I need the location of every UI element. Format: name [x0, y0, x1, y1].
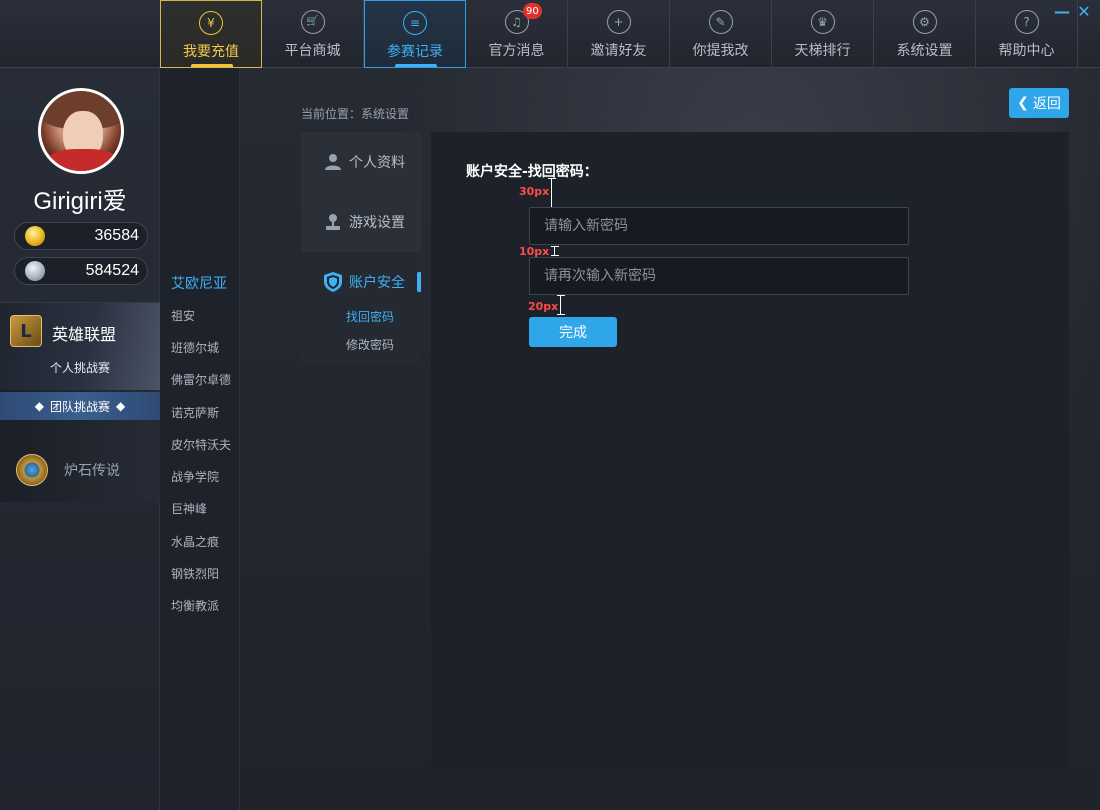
- profile-sidebar: Girigiri爱 36584 584524 L 英雄联盟 个人挑战赛 ◆ 团队…: [0, 68, 160, 810]
- server-item[interactable]: 战争学院: [171, 468, 219, 485]
- avatar-scarf: [47, 149, 119, 171]
- diamond-icon: ◆: [34, 399, 44, 413]
- game-list: L 英雄联盟 个人挑战赛 ◆ 团队挑战赛 ◆ 炉石传说: [0, 302, 160, 502]
- server-item[interactable]: 诺克萨斯: [171, 404, 219, 421]
- gold-balance: 36584: [14, 222, 148, 250]
- server-item[interactable]: 水晶之痕: [171, 533, 219, 550]
- hearthstone-logo-icon: [16, 454, 48, 486]
- nav-label: 邀请好友: [590, 43, 647, 59]
- settings-menu: 个人资料 游戏设置 账户安全 找回密码 修改密码: [301, 132, 421, 364]
- nav-underline: [191, 64, 233, 67]
- question-icon: ?: [1014, 10, 1039, 34]
- menu-item-label: 个人资料: [349, 155, 405, 171]
- server-item[interactable]: 祖安: [171, 307, 195, 324]
- spacing-annotation: 20px: [528, 300, 559, 313]
- silver-amount: 584524: [85, 262, 139, 279]
- nav-label: 官方消息: [488, 43, 545, 59]
- nav-label: 帮助中心: [998, 43, 1055, 59]
- server-item[interactable]: 巨神峰: [171, 500, 207, 517]
- avatar[interactable]: [38, 88, 124, 174]
- gear-icon: ⚙: [912, 10, 937, 34]
- nav-match-records[interactable]: ≡ 参赛记录: [364, 0, 466, 68]
- user-icon: [323, 152, 343, 172]
- menu-item-label: 游戏设置: [349, 215, 405, 231]
- notification-badge: 90: [523, 3, 542, 19]
- chevron-left-icon: ❮: [1017, 95, 1029, 111]
- game-mode-solo[interactable]: 个人挑战赛: [50, 359, 110, 376]
- pencil-icon: ✎: [708, 10, 733, 34]
- diamond-icon: ◆: [116, 399, 126, 413]
- server-list: 艾欧尼亚 祖安 班德尔城 佛雷尔卓德 诺克萨斯 皮尔特沃夫 战争学院 巨神峰 水…: [160, 68, 240, 810]
- menu-item-label: 账户安全: [349, 275, 405, 291]
- nav-system-settings[interactable]: ⚙ 系统设置: [874, 0, 976, 68]
- spacing-marker: [557, 295, 565, 315]
- nav-label: 参赛记录: [387, 44, 443, 60]
- game-mode-team[interactable]: ◆ 团队挑战赛 ◆: [0, 392, 160, 420]
- nav-ladder-ranking[interactable]: ♛ 天梯排行: [772, 0, 874, 68]
- gold-coin-icon: [25, 226, 45, 246]
- submenu-item-recover-password[interactable]: 找回密码: [346, 308, 394, 325]
- back-button[interactable]: ❮ 返回: [1009, 88, 1069, 118]
- nav-label: 你提我改: [692, 43, 749, 59]
- nav-feedback[interactable]: ✎ 你提我改: [670, 0, 772, 68]
- top-navigation-bar: ¥ 我要充值 🛒 平台商城 ≡ 参赛记录 ♫ 90 官方消息 + 邀请好友 ✎ …: [0, 0, 1100, 68]
- spacing-annotation: 30px: [519, 185, 550, 198]
- breadcrumb: 当前位置：系统设置: [301, 107, 410, 121]
- spacing-marker: [548, 178, 556, 208]
- cart-icon: 🛒: [300, 10, 325, 34]
- server-item[interactable]: 艾欧尼亚: [171, 273, 227, 293]
- main-nav: ¥ 我要充值 🛒 平台商城 ≡ 参赛记录 ♫ 90 官方消息 + 邀请好友 ✎ …: [160, 0, 1078, 68]
- gold-amount: 36584: [94, 227, 140, 244]
- menu-item-account-security[interactable]: 账户安全: [301, 252, 421, 312]
- yuan-icon: ¥: [199, 11, 223, 35]
- nav-underline: [395, 64, 437, 67]
- team-mode-label: 团队挑战赛: [49, 399, 110, 414]
- window-controls: — ✕: [1054, 4, 1092, 20]
- back-button-label: 返回: [1032, 96, 1061, 112]
- trophy-icon: ♛: [810, 10, 835, 34]
- game-title: 英雄联盟: [52, 325, 117, 344]
- server-item[interactable]: 班德尔城: [171, 339, 219, 356]
- menu-item-game-settings[interactable]: 游戏设置: [301, 192, 421, 252]
- form-title: 账户安全-找回密码：: [466, 164, 598, 180]
- minus-icon[interactable]: —: [1054, 4, 1070, 20]
- confirm-password-input[interactable]: [529, 257, 909, 295]
- silver-balance: 584524: [14, 257, 148, 285]
- shield-icon: [323, 272, 343, 292]
- close-icon[interactable]: ✕: [1076, 4, 1092, 20]
- server-item[interactable]: 均衡教派: [171, 597, 219, 614]
- server-item[interactable]: 佛雷尔卓德: [171, 371, 231, 388]
- nav-label: 系统设置: [896, 43, 953, 59]
- game-hearthstone[interactable]: 炉石传说: [0, 440, 160, 500]
- finish-button[interactable]: 完成: [529, 317, 617, 347]
- game-lol[interactable]: L 英雄联盟 个人挑战赛: [0, 302, 160, 390]
- spacing-marker: [551, 246, 559, 256]
- nav-invite-friends[interactable]: + 邀请好友: [568, 0, 670, 68]
- content-panel: 账户安全-找回密码： 30px 10px 20px 完成: [431, 132, 1069, 768]
- game-title: 炉石传说: [64, 463, 120, 479]
- server-item[interactable]: 皮尔特沃夫: [171, 436, 231, 453]
- nav-recharge[interactable]: ¥ 我要充值: [160, 0, 262, 68]
- document-icon: ≡: [403, 11, 427, 35]
- new-password-input[interactable]: [529, 207, 909, 245]
- joystick-icon: [323, 212, 343, 232]
- silver-coin-icon: [25, 261, 45, 281]
- active-indicator: [417, 272, 421, 292]
- add-user-icon: +: [606, 10, 631, 34]
- username: Girigiri爱: [33, 188, 127, 215]
- lol-logo-icon: L: [10, 315, 42, 347]
- nav-store[interactable]: 🛒 平台商城: [262, 0, 364, 68]
- nav-label: 我要充值: [183, 44, 239, 60]
- nav-official-news[interactable]: ♫ 90 官方消息: [466, 0, 568, 68]
- menu-item-profile[interactable]: 个人资料: [301, 132, 421, 192]
- submenu-item-change-password[interactable]: 修改密码: [346, 336, 394, 353]
- nav-label: 平台商城: [284, 43, 341, 59]
- server-item[interactable]: 钢铁烈阳: [171, 565, 219, 582]
- nav-label: 天梯排行: [794, 43, 851, 59]
- main-area: 当前位置：系统设置 ❮ 返回 个人资料 游戏设置 账户安全 找回密码 修改密码: [240, 68, 1100, 810]
